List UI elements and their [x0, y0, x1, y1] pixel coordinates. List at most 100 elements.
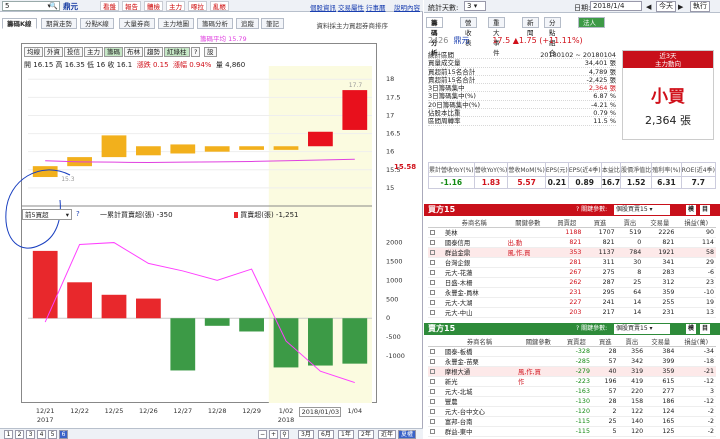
page-button[interactable]: 2 — [15, 430, 24, 439]
row-checkbox[interactable] — [430, 239, 435, 245]
broker-row[interactable]: 新光作 -223 196 419 615 -12 — [428, 376, 716, 387]
broker-row[interactable]: 國泰-板橋 -328 28 356 384 -34 — [428, 346, 716, 357]
x-label: 1/02 — [278, 407, 294, 415]
range-button[interactable]: 2年 — [358, 430, 374, 439]
cell: 384 — [645, 346, 677, 357]
help-icon[interactable]: ? — [76, 210, 80, 218]
broker-name: 元大-中山 — [442, 307, 506, 318]
col-head: 損益(萬) — [676, 218, 716, 228]
row-checkbox[interactable] — [430, 378, 435, 384]
date-input[interactable]: 2018/1/4 — [590, 1, 642, 11]
price-tick: 16.5 — [386, 130, 400, 138]
cell: 120 — [618, 426, 646, 437]
prev-day-icon[interactable]: ◀ — [646, 3, 651, 11]
page-button[interactable]: 4 — [37, 430, 46, 439]
row-checkbox[interactable] — [430, 358, 435, 364]
broker-row[interactable]: 元大-台中文心 -120 2 122 124 -2 — [428, 406, 716, 417]
right-tab-5[interactable]: 法人目標(17.2元) — [578, 17, 606, 57]
refresh-button[interactable]: 執行 — [690, 1, 710, 12]
zoom-in-icon[interactable]: + — [269, 430, 278, 439]
right-tab-0[interactable]: 籌碼分析 — [426, 17, 443, 57]
broker-row[interactable]: 永豐金-員林 231 295 64 359 -10 — [428, 287, 716, 298]
chart-pane: 5 ▾ 🔍 鼎元 看盤 報告 體檢 主力 啄拉 亂帳 個股資訊 交易屬性 行事曆 說明內容 籌碼K線… — [0, 0, 423, 439]
broker-row[interactable]: 豐農 -130 28 158 186 -12 — [428, 396, 716, 407]
broker-row[interactable]: 國泰信用 出,動 821 821 0 821 114 — [428, 237, 716, 248]
broker-row[interactable]: 群益-東中 -115 5 120 125 -2 — [428, 426, 716, 437]
broker-row[interactable]: 台灣企銀 281 311 30 341 29 — [428, 257, 716, 268]
broker-row[interactable]: 富邦-台南 -115 25 140 165 -2 — [428, 416, 716, 427]
range-button[interactable]: 近年 — [378, 430, 397, 439]
stat-head: 營收YoY(%) — [473, 162, 509, 177]
row-checkbox[interactable] — [430, 269, 435, 275]
right-tab-3[interactable]: 新聞 — [522, 17, 539, 37]
row-checkbox[interactable] — [430, 289, 435, 295]
cell: 287 — [583, 277, 617, 288]
zoom-icon[interactable]: ⚲ — [280, 430, 289, 439]
zoom-out-icon[interactable]: − — [258, 430, 267, 439]
right-tab-1[interactable]: 營收表 — [460, 17, 477, 47]
days-select[interactable]: 3 ▾ — [464, 1, 486, 11]
broker-name: 新光 — [442, 376, 516, 387]
buy-export-button[interactable]: 目 — [700, 205, 711, 215]
broker-row[interactable]: 元大-花蓮 267 275 8 283 -6 — [428, 267, 716, 278]
row-checkbox[interactable] — [430, 299, 435, 305]
broker-row[interactable]: 元大-中山 203 217 14 231 13 — [428, 307, 716, 318]
buy-help-icon[interactable]: ? 關鍵參數: — [576, 204, 607, 216]
cell: 140 — [618, 416, 646, 427]
page-button[interactable]: 6 — [59, 430, 68, 439]
row-checkbox[interactable] — [430, 418, 435, 424]
broker-filter-dropdown[interactable]: 前5買超 ▾ — [22, 209, 72, 220]
page-button[interactable]: 3 — [26, 430, 35, 439]
cell: 2 — [591, 406, 619, 417]
buy-section-header: 買方15 ? 關鍵參數: 個股買賣15 ▾ 模 目 — [424, 204, 720, 216]
broker-row[interactable]: 永豐金-苗栗 -285 57 342 399 -18 — [428, 356, 716, 367]
row-checkbox[interactable] — [430, 348, 435, 354]
row-checkbox[interactable] — [430, 428, 435, 434]
row-checkbox[interactable] — [430, 309, 435, 315]
cell: 14 — [616, 297, 644, 308]
next-day-icon[interactable]: ▶ — [678, 3, 683, 11]
page-button[interactable]: 5 — [48, 430, 57, 439]
row-checkbox[interactable] — [430, 229, 435, 235]
today-button[interactable]: 今天 — [656, 1, 676, 12]
flow-tick: -1000 — [386, 352, 405, 360]
sell-export-button[interactable]: 目 — [700, 324, 711, 334]
broker-row[interactable]: 美林 1188 1707 519 2226 90 — [428, 227, 716, 238]
row-checkbox[interactable] — [430, 259, 435, 265]
row-checkbox[interactable] — [430, 408, 435, 414]
broker-row[interactable]: 摩根大通 風,作,買 -279 40 319 359 -21 — [428, 366, 716, 377]
flow-bar — [170, 318, 196, 371]
range-button[interactable]: 3月 — [298, 430, 314, 439]
page-button[interactable]: 1 — [4, 430, 13, 439]
row-checkbox[interactable] — [430, 398, 435, 404]
cell: 28 — [591, 346, 619, 357]
right-tab-2[interactable]: 重大事件 — [488, 17, 505, 57]
sell-help-icon[interactable]: ? 關鍵參數: — [576, 323, 607, 335]
row-checkbox[interactable] — [430, 388, 435, 394]
broker-row[interactable]: 元大-北城 -163 57 220 277 3 — [428, 386, 716, 397]
flow-tick: 0 — [386, 314, 390, 322]
range-button[interactable]: 夏權 — [398, 430, 417, 439]
sell-mode-button[interactable]: 模 — [686, 324, 697, 334]
right-tab-4[interactable]: 分點組合 — [544, 17, 561, 57]
range-button[interactable]: 1年 — [338, 430, 354, 439]
flow-tick: 2000 — [386, 239, 403, 247]
buy-filter-select[interactable]: 個股買賣15 ▾ — [614, 205, 670, 215]
broker-name: 富邦-台南 — [442, 416, 516, 427]
range-button[interactable]: 6月 — [318, 430, 334, 439]
row-checkbox[interactable] — [430, 279, 435, 285]
cell: -2 — [676, 406, 716, 417]
row-checkbox[interactable] — [430, 368, 435, 374]
cell: 295 — [583, 287, 617, 298]
quote-line: 2426 鼎元 17.5 ▲1.75 (+11.11%) — [428, 36, 583, 45]
cell: 231 — [643, 307, 677, 318]
row-checkbox[interactable] — [430, 249, 435, 255]
sell-filter-select[interactable]: 個股買賣15 ▾ — [614, 324, 670, 334]
broker-row[interactable]: 元大-大湖 227 241 14 255 19 — [428, 297, 716, 308]
buy-mode-button[interactable]: 模 — [686, 205, 697, 215]
broker-row[interactable]: 群益金鼎 風,作,買 353 1137 784 1921 58 — [428, 247, 716, 258]
cell: 114 — [676, 237, 716, 248]
broker-row[interactable]: 日盛-木柵 262 287 25 312 23 — [428, 277, 716, 288]
cell: 784 — [616, 247, 644, 258]
broker-name: 台灣企銀 — [442, 257, 506, 268]
